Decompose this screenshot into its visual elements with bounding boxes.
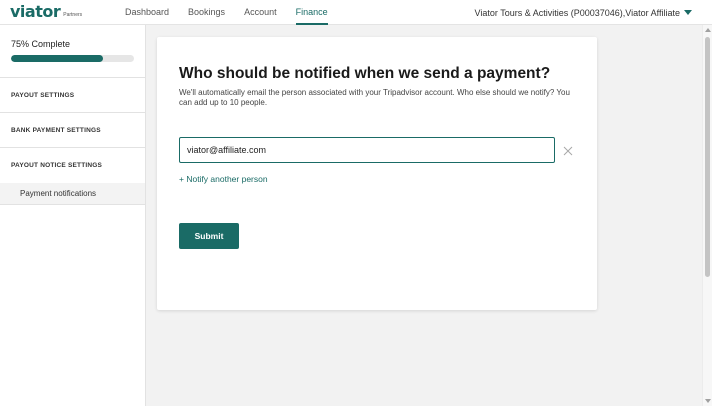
logo-text: viator bbox=[10, 2, 61, 21]
nav-dashboard[interactable]: Dashboard bbox=[125, 0, 169, 25]
page-scrollbar[interactable] bbox=[702, 25, 712, 406]
email-input[interactable] bbox=[179, 137, 555, 163]
sidebar-section-payout-notice-settings[interactable]: PAYOUT NOTICE SETTINGS bbox=[0, 148, 145, 183]
viator-logo[interactable]: viator Partners bbox=[10, 3, 82, 21]
progress-bar-fill bbox=[11, 55, 104, 62]
nav-finance[interactable]: Finance bbox=[295, 0, 328, 25]
account-switcher[interactable]: Viator Tours & Activities (P00037046),Vi… bbox=[475, 0, 692, 25]
nav-bookings[interactable]: Bookings bbox=[188, 0, 225, 25]
progress-block: 75% Complete bbox=[0, 25, 145, 78]
close-icon[interactable] bbox=[562, 144, 574, 156]
sidebar-section-bank-payment-settings[interactable]: BANK PAYMENT SETTINGS bbox=[0, 113, 145, 148]
top-nav-bar: viator Partners Dashboard Bookings Accou… bbox=[0, 0, 712, 25]
page-title: Who should be notified when we send a pa… bbox=[179, 65, 551, 82]
account-name: Viator Tours & Activities (P00037046),Vi… bbox=[474, 7, 680, 18]
notify-another-person-link[interactable]: + Notify another person bbox=[179, 174, 268, 184]
sidebar-item-payment-notifications[interactable]: Payment notifications bbox=[0, 183, 145, 205]
page-description: We'll automatically email the person ass… bbox=[179, 88, 570, 107]
caret-down-icon bbox=[684, 10, 692, 15]
submit-button[interactable]: Submit bbox=[179, 223, 239, 249]
scroll-thumb[interactable] bbox=[705, 37, 710, 277]
sidebar: 75% Complete PAYOUT SETTINGS BANK PAYMEN… bbox=[0, 25, 146, 406]
progress-label: 75% Complete bbox=[11, 39, 71, 49]
main-nav: Dashboard Bookings Account Finance bbox=[125, 0, 347, 25]
sidebar-section-payout-settings[interactable]: PAYOUT SETTINGS bbox=[0, 78, 145, 113]
scroll-up-icon[interactable] bbox=[705, 28, 711, 32]
notification-card: Who should be notified when we send a pa… bbox=[157, 37, 597, 310]
scroll-down-icon[interactable] bbox=[705, 399, 711, 403]
logo-subtext: Partners bbox=[63, 12, 83, 18]
progress-bar bbox=[11, 55, 134, 62]
nav-account[interactable]: Account bbox=[244, 0, 277, 25]
